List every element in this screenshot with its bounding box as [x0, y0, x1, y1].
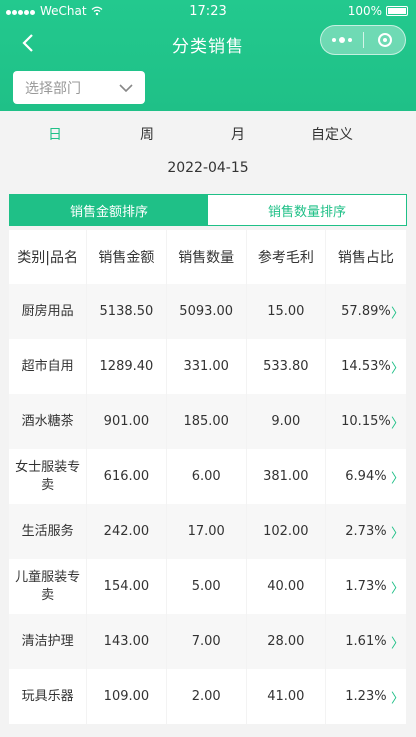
chevron-right-icon[interactable]: 〉 — [391, 522, 404, 541]
page-title: 分类销售 — [172, 36, 244, 57]
sales-amount: 109.00 — [87, 669, 167, 724]
category-name: 女士服装专卖 — [9, 449, 88, 504]
column-header: 销售数量 — [167, 230, 247, 284]
gross-profit: 9.00 — [246, 394, 326, 449]
header: WeChat 17:23 100% 分类销售 选择部门 — [0, 0, 416, 111]
category-name: 生活服务 — [9, 504, 88, 559]
sales-quantity: 185.00 — [166, 394, 247, 449]
mini-program-capsule — [320, 25, 406, 55]
sort-toggle: 销售金额排序 销售数量排序 — [9, 194, 407, 226]
sales-quantity: 2.00 — [167, 669, 247, 724]
tab-custom[interactable]: 自定义 — [292, 124, 372, 144]
sales-share: 14.53% — [341, 359, 391, 374]
category-sales-table: 类别|品名 销售金额 销售数量 参考毛利 销售占比 厨房用品 5138.50 5… — [9, 230, 407, 724]
sales-share-cell: 1.61% 〉 — [325, 614, 407, 669]
status-bar: WeChat 17:23 100% — [0, 0, 416, 22]
navbar: 分类销售 — [0, 22, 416, 66]
close-circle-icon[interactable] — [364, 33, 405, 47]
sales-amount: 154.00 — [87, 559, 167, 614]
gross-profit: 40.00 — [247, 559, 326, 614]
sales-quantity: 6.00 — [167, 449, 247, 504]
chevron-right-icon[interactable]: 〉 — [391, 412, 404, 431]
category-name: 超市自用 — [9, 339, 88, 394]
sales-amount: 5138.50 — [87, 284, 167, 339]
table-row[interactable]: 儿童服装专卖 154.00 5.00 40.00 1.73% 〉 — [9, 559, 407, 614]
sales-share-cell: 10.15% 〉 — [325, 394, 407, 449]
sales-quantity: 7.00 — [166, 614, 247, 669]
sales-quantity: 5.00 — [167, 559, 247, 614]
sales-share: 1.73% — [345, 579, 387, 594]
gross-profit: 533.80 — [247, 339, 326, 394]
tab-week[interactable]: 周 — [110, 124, 184, 144]
sales-share-cell: 6.94% 〉 — [326, 449, 407, 504]
back-arrow-icon[interactable] — [18, 32, 40, 54]
sales-share: 1.61% — [345, 634, 387, 649]
category-name: 儿童服装专卖 — [9, 559, 88, 614]
column-header: 类别|品名 — [9, 230, 88, 284]
more-dots-icon[interactable] — [321, 37, 363, 43]
tab-month[interactable]: 月 — [184, 124, 292, 144]
sales-share-cell: 14.53% 〉 — [326, 339, 407, 394]
sales-share: 6.94% — [345, 469, 387, 484]
chevron-right-icon[interactable]: 〉 — [391, 687, 404, 706]
sales-share-cell: 2.73% 〉 — [325, 504, 407, 559]
column-header: 参考毛利 — [247, 230, 326, 284]
chevron-right-icon[interactable]: 〉 — [391, 632, 404, 651]
sales-amount: 1289.40 — [87, 339, 167, 394]
gross-profit: 15.00 — [246, 284, 326, 339]
table-row[interactable]: 清洁护理 143.00 7.00 28.00 1.61% 〉 — [9, 614, 407, 669]
department-select[interactable]: 选择部门 — [13, 71, 145, 104]
tab-day[interactable]: 日 — [0, 124, 110, 144]
chevron-down-icon — [119, 83, 133, 92]
table-row[interactable]: 玩具乐器 109.00 2.00 41.00 1.23% 〉 — [9, 669, 407, 724]
category-name: 清洁护理 — [9, 614, 88, 669]
column-header: 销售占比 — [326, 230, 407, 284]
table-row[interactable]: 女士服装专卖 616.00 6.00 381.00 6.94% 〉 — [9, 449, 407, 504]
sales-share: 57.89% — [341, 304, 391, 319]
sales-share: 10.15% — [341, 414, 391, 429]
gross-profit: 381.00 — [247, 449, 326, 504]
column-header: 销售金额 — [87, 230, 167, 284]
sales-amount: 143.00 — [87, 614, 167, 669]
period-tabs: 日 周 月 自定义 — [0, 111, 416, 157]
table-header-row: 类别|品名 销售金额 销售数量 参考毛利 销售占比 — [9, 230, 407, 284]
department-placeholder: 选择部门 — [25, 80, 81, 97]
gross-profit: 28.00 — [246, 614, 326, 669]
battery-icon — [386, 6, 408, 16]
sales-amount: 242.00 — [87, 504, 167, 559]
table-row[interactable]: 生活服务 242.00 17.00 102.00 2.73% 〉 — [9, 504, 407, 559]
category-name: 玩具乐器 — [9, 669, 88, 724]
sales-share-cell: 57.89% 〉 — [325, 284, 407, 339]
chevron-right-icon[interactable]: 〉 — [391, 302, 404, 321]
sort-by-amount-button[interactable]: 销售金额排序 — [10, 195, 208, 225]
chevron-right-icon[interactable]: 〉 — [391, 467, 404, 486]
sales-share-cell: 1.23% 〉 — [326, 669, 407, 724]
gross-profit: 102.00 — [246, 504, 326, 559]
sales-amount: 616.00 — [87, 449, 167, 504]
battery-percent: 100% — [347, 4, 382, 18]
table-row[interactable]: 厨房用品 5138.50 5093.00 15.00 57.89% 〉 — [9, 284, 407, 339]
sales-quantity: 5093.00 — [166, 284, 247, 339]
sales-share: 1.23% — [345, 689, 387, 704]
sales-quantity: 17.00 — [166, 504, 247, 559]
sales-amount: 901.00 — [87, 394, 167, 449]
table-row[interactable]: 超市自用 1289.40 331.00 533.80 14.53% 〉 — [9, 339, 407, 394]
sort-by-quantity-button[interactable]: 销售数量排序 — [208, 195, 406, 225]
gross-profit: 41.00 — [247, 669, 326, 724]
category-name: 酒水糖茶 — [9, 394, 88, 449]
chevron-right-icon[interactable]: 〉 — [391, 577, 404, 596]
selected-date[interactable]: 2022-04-15 — [0, 157, 416, 179]
category-name: 厨房用品 — [9, 284, 88, 339]
sales-share-cell: 1.73% 〉 — [326, 559, 407, 614]
table-row[interactable]: 酒水糖茶 901.00 185.00 9.00 10.15% 〉 — [9, 394, 407, 449]
chevron-right-icon[interactable]: 〉 — [391, 357, 404, 376]
sales-share: 2.73% — [345, 524, 387, 539]
sales-quantity: 331.00 — [167, 339, 247, 394]
